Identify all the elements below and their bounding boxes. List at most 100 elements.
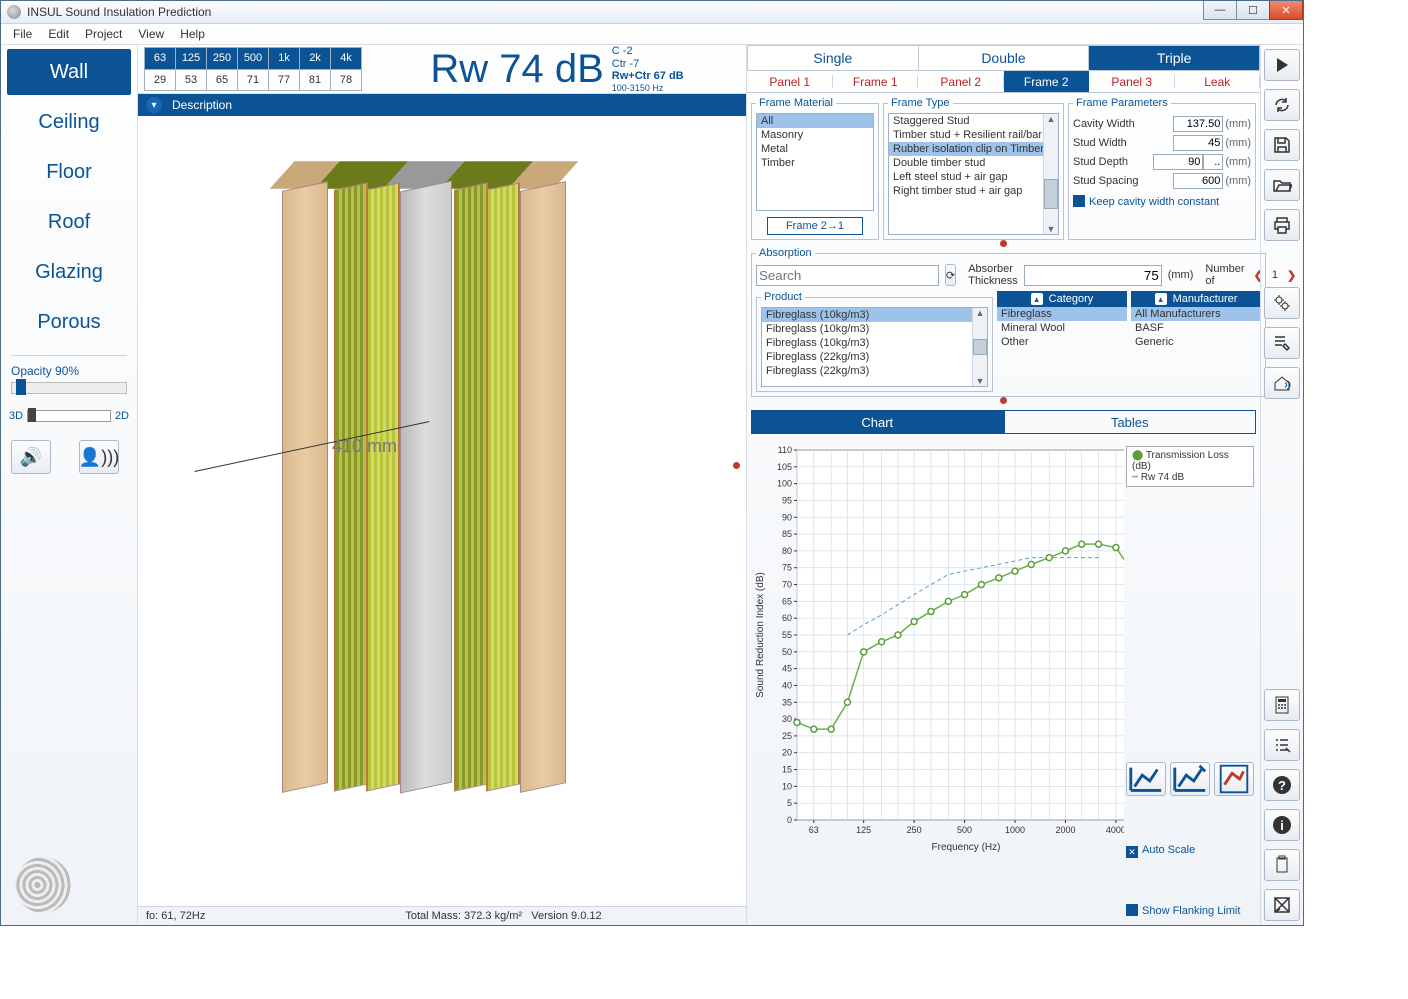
- tab-panel-2[interactable]: Panel 2: [918, 71, 1004, 93]
- list-item[interactable]: Fibreglass (10kg/m3): [762, 308, 987, 322]
- list-item[interactable]: Other: [997, 335, 1127, 349]
- svg-text:125: 125: [856, 825, 871, 835]
- handle-dot[interactable]: [733, 462, 740, 469]
- chart-tool-1-icon[interactable]: [1126, 762, 1166, 796]
- list-item[interactable]: Mineral Wool: [997, 321, 1127, 335]
- list-item[interactable]: Fibreglass: [997, 307, 1127, 321]
- sync-icon[interactable]: [1264, 89, 1300, 121]
- chart-tool-2-icon[interactable]: [1170, 762, 1210, 796]
- list-item[interactable]: Timber stud + Resilient rail/bar: [889, 128, 1058, 142]
- list-item[interactable]: Fibreglass (10kg/m3): [762, 322, 987, 336]
- tab-frame-1[interactable]: Frame 1: [833, 71, 919, 93]
- checklist-icon[interactable]: [1264, 729, 1300, 761]
- rw-main: Rw 74 dB: [430, 47, 603, 92]
- menu-view[interactable]: View: [130, 25, 172, 43]
- calculator-icon[interactable]: [1264, 689, 1300, 721]
- param-input[interactable]: [1173, 173, 1223, 189]
- keep-cavity-checkbox[interactable]: [1073, 195, 1085, 207]
- print-icon[interactable]: [1264, 209, 1300, 241]
- absorber-thickness-input[interactable]: [1024, 265, 1162, 286]
- frame-type-list[interactable]: Staggered StudTimber stud + Resilient ra…: [888, 113, 1059, 235]
- minimize-button[interactable]: —: [1203, 1, 1237, 20]
- list-item[interactable]: Staggered Stud: [889, 114, 1058, 128]
- param-extra-button[interactable]: [1203, 154, 1223, 170]
- product-list[interactable]: Fibreglass (10kg/m3)Fibreglass (10kg/m3)…: [761, 307, 988, 387]
- box-x-icon[interactable]: [1264, 889, 1300, 921]
- scrollbar[interactable]: ▲▼: [972, 308, 987, 386]
- tab-triple[interactable]: Triple: [1089, 45, 1260, 71]
- listener-icon[interactable]: 👤))): [79, 440, 119, 474]
- description-bar[interactable]: ▾ Description: [138, 94, 746, 116]
- tab-double[interactable]: Double: [919, 45, 1090, 71]
- tab-leak[interactable]: Leak: [1175, 71, 1261, 93]
- list-item[interactable]: Metal: [757, 142, 873, 156]
- flanking-checkbox[interactable]: [1126, 904, 1138, 916]
- list-item[interactable]: Fibreglass (22kg/m3): [762, 364, 987, 378]
- nav-glazing[interactable]: Glazing: [7, 249, 131, 295]
- nav-porous[interactable]: Porous: [7, 299, 131, 345]
- tab-tables[interactable]: Tables: [1004, 410, 1257, 434]
- chevron-down-icon[interactable]: ▾: [146, 97, 162, 113]
- list-item[interactable]: Double timber stud: [889, 156, 1058, 170]
- save-icon[interactable]: [1264, 129, 1300, 161]
- list-item[interactable]: Left steel stud + air gap: [889, 170, 1058, 184]
- refresh-icon[interactable]: ⟳: [945, 264, 956, 286]
- info-icon[interactable]: i: [1264, 809, 1300, 841]
- open-icon[interactable]: [1264, 169, 1300, 201]
- titlebar: INSUL Sound Insulation Prediction — ☐ ✕: [1, 1, 1303, 24]
- menu-file[interactable]: File: [5, 25, 40, 43]
- list-item[interactable]: Right timber stud + air gap: [889, 184, 1058, 198]
- list-item[interactable]: Generic: [1131, 335, 1261, 349]
- menu-edit[interactable]: Edit: [40, 25, 77, 43]
- frame-material-list[interactable]: AllMasonryMetalTimber: [756, 113, 874, 211]
- close-button[interactable]: ✕: [1269, 1, 1303, 20]
- help-icon[interactable]: ?: [1264, 769, 1300, 801]
- frame-copy-button[interactable]: Frame 2→1: [767, 217, 863, 235]
- svg-text:50: 50: [782, 647, 792, 657]
- tab-frame-2[interactable]: Frame 2: [1004, 71, 1090, 93]
- menu-help[interactable]: Help: [172, 25, 213, 43]
- menu-project[interactable]: Project: [77, 25, 130, 43]
- list-item[interactable]: All Manufacturers: [1131, 307, 1261, 321]
- param-input[interactable]: [1173, 135, 1223, 151]
- opacity-slider[interactable]: [11, 382, 127, 394]
- settings-icon[interactable]: [1264, 287, 1300, 319]
- 3d-viewport[interactable]: 410 mm: [138, 116, 746, 906]
- clipboard-icon[interactable]: [1264, 849, 1300, 881]
- nav-roof[interactable]: Roof: [7, 199, 131, 245]
- list-item[interactable]: Fibreglass (10kg/m3): [762, 336, 987, 350]
- list-item[interactable]: Masonry: [757, 128, 873, 142]
- tab-single[interactable]: Single: [747, 45, 919, 71]
- view-slider[interactable]: [27, 410, 111, 422]
- house-sound-icon[interactable]: [1264, 367, 1300, 399]
- manufacturer-header[interactable]: ▴Manufacturer: [1131, 291, 1261, 307]
- speaker-icon[interactable]: 🔊: [11, 440, 51, 474]
- param-input[interactable]: [1173, 116, 1223, 132]
- list-item[interactable]: Timber: [757, 156, 873, 170]
- category-header[interactable]: ▴Category: [997, 291, 1127, 307]
- tab-panel-3[interactable]: Panel 3: [1089, 71, 1175, 93]
- scrollbar[interactable]: ▲▼: [1043, 114, 1058, 234]
- nav-wall[interactable]: Wall: [7, 49, 131, 95]
- nav-ceiling[interactable]: Ceiling: [7, 99, 131, 145]
- tab-chart[interactable]: Chart: [751, 410, 1004, 434]
- maximize-button[interactable]: ☐: [1236, 1, 1270, 20]
- tool-column: ? i: [1260, 45, 1303, 925]
- tab-panel-1[interactable]: Panel 1: [747, 71, 833, 93]
- edit-icon[interactable]: [1264, 327, 1300, 359]
- svg-text:500: 500: [957, 825, 972, 835]
- param-input[interactable]: [1153, 154, 1203, 170]
- list-item[interactable]: Fibreglass (22kg/m3): [762, 350, 987, 364]
- frame-material-group: Frame Material AllMasonryMetalTimber Fra…: [751, 97, 879, 240]
- search-input[interactable]: [756, 265, 939, 286]
- handle-dot[interactable]: [1000, 397, 1007, 404]
- autoscale-checkbox[interactable]: ✕: [1126, 846, 1138, 858]
- list-item[interactable]: BASF: [1131, 321, 1261, 335]
- list-item[interactable]: All: [757, 114, 873, 128]
- nav-floor[interactable]: Floor: [7, 149, 131, 195]
- handle-dot[interactable]: [1000, 240, 1007, 247]
- play-button[interactable]: [1264, 49, 1300, 81]
- chart-tool-3-icon[interactable]: [1214, 762, 1254, 796]
- list-item[interactable]: Rubber isolation clip on Timber stud: [889, 142, 1058, 156]
- svg-text:2000: 2000: [1055, 825, 1075, 835]
